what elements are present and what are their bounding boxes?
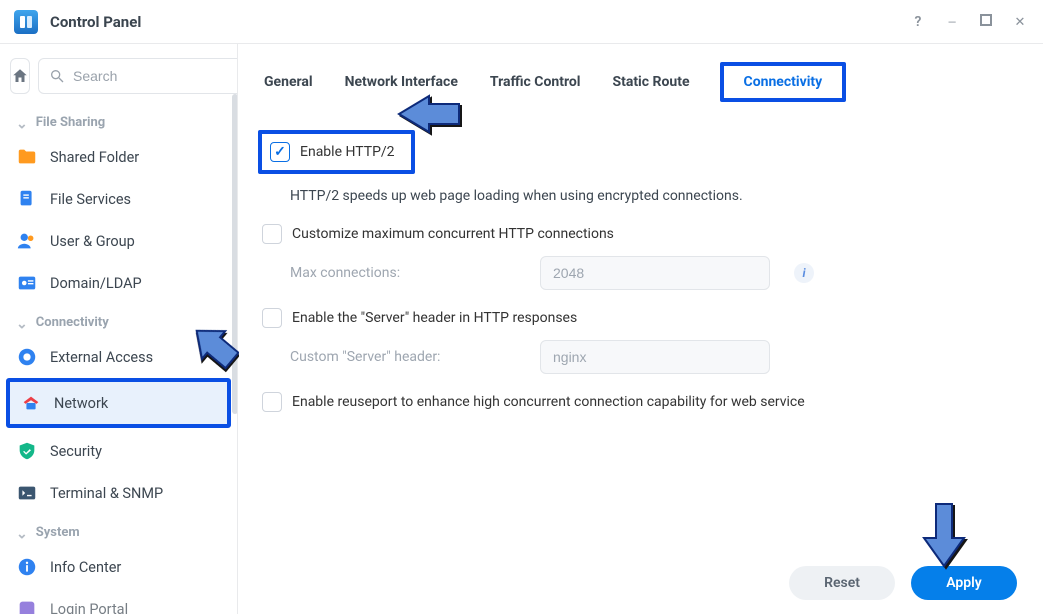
network-icon — [20, 392, 42, 414]
info-icon — [16, 556, 38, 578]
checkbox-customize-max[interactable] — [262, 224, 282, 244]
sidebar-item-info-center[interactable]: Info Center — [6, 546, 231, 588]
sidebar-item-domain-ldap[interactable]: Domain/LDAP — [6, 262, 231, 304]
checkbox-label: Customize maximum concurrent HTTP connec… — [292, 226, 614, 242]
sidebar-item-label: Network — [54, 395, 108, 412]
tab-traffic-control[interactable]: Traffic Control — [488, 70, 583, 94]
chevron-up-icon — [16, 114, 28, 130]
tab-static-route[interactable]: Static Route — [610, 70, 691, 94]
section-system[interactable]: System — [6, 514, 231, 546]
help-icon[interactable] — [909, 14, 927, 30]
sidebar-item-label: File Services — [50, 191, 131, 208]
section-connectivity[interactable]: Connectivity — [6, 304, 231, 336]
sidebar-item-user-group[interactable]: User & Group — [6, 220, 231, 262]
search-icon — [49, 68, 65, 84]
link-icon — [16, 346, 38, 368]
shield-icon — [16, 440, 38, 462]
sidebar-item-network[interactable]: Network — [6, 378, 231, 428]
sidebar-item-label: Security — [50, 443, 102, 460]
sidebar: File Sharing Shared Folder File Services… — [0, 44, 238, 614]
maximize-button[interactable] — [977, 14, 995, 30]
folder-icon — [16, 146, 38, 168]
close-button[interactable] — [1011, 14, 1029, 30]
field-label-custom-server: Custom "Server" header: — [290, 349, 520, 365]
section-label: File Sharing — [36, 115, 105, 130]
tab-network-interface[interactable]: Network Interface — [343, 70, 460, 94]
tab-general[interactable]: General — [262, 70, 315, 94]
sidebar-item-label: Domain/LDAP — [50, 275, 142, 292]
section-file-sharing[interactable]: File Sharing — [6, 104, 231, 136]
files-icon — [16, 188, 38, 210]
row-server-header: Enable the "Server" header in HTTP respo… — [262, 300, 1019, 334]
tabs: General Network Interface Traffic Contro… — [262, 44, 1019, 122]
row-custom-server: Custom "Server" header: — [262, 340, 1019, 374]
input-custom-server[interactable] — [540, 340, 770, 374]
id-icon — [16, 272, 38, 294]
checkbox-reuseport[interactable] — [262, 392, 282, 412]
search-box[interactable] — [38, 58, 238, 94]
button-bar: Reset Apply — [789, 566, 1017, 600]
chevron-up-icon — [16, 314, 28, 330]
users-icon — [16, 230, 38, 252]
http2-description: HTTP/2 speeds up web page loading when u… — [262, 180, 1019, 216]
minimize-button[interactable] — [943, 14, 961, 30]
field-label-max-connections: Max connections: — [290, 265, 520, 281]
search-input[interactable] — [73, 68, 238, 84]
sidebar-item-terminal-snmp[interactable]: Terminal & SNMP — [6, 472, 231, 514]
sidebar-item-external-access[interactable]: External Access — [6, 336, 231, 378]
window-title: Control Panel — [50, 13, 909, 31]
sidebar-item-label: External Access — [50, 349, 153, 366]
window-controls — [909, 14, 1029, 30]
titlebar: Control Panel — [0, 0, 1043, 44]
sidebar-item-label: Terminal & SNMP — [50, 485, 163, 502]
checkbox-label: Enable the "Server" header in HTTP respo… — [292, 310, 577, 326]
checkbox-label: Enable HTTP/2 — [300, 144, 395, 160]
input-max-connections[interactable] — [540, 256, 770, 290]
sidebar-item-login-portal[interactable]: Login Portal — [6, 588, 231, 614]
home-button[interactable] — [10, 58, 30, 94]
house-icon — [11, 67, 29, 85]
terminal-icon — [16, 482, 38, 504]
row-reuseport: Enable reuseport to enhance high concurr… — [262, 384, 1019, 418]
section-label: System — [36, 525, 80, 540]
app-icon — [14, 10, 38, 34]
sidebar-item-label: Login Portal — [50, 601, 128, 614]
checkbox-server-header[interactable] — [262, 308, 282, 328]
checkbox-enable-http2[interactable] — [270, 142, 290, 162]
content-pane: General Network Interface Traffic Contro… — [238, 44, 1043, 614]
row-enable-http2: Enable HTTP/2 — [262, 122, 1019, 180]
row-customize-max: Customize maximum concurrent HTTP connec… — [262, 216, 1019, 250]
sidebar-item-security[interactable]: Security — [6, 430, 231, 472]
apply-button[interactable]: Apply — [911, 566, 1017, 600]
checkbox-label: Enable reuseport to enhance high concurr… — [292, 394, 805, 410]
info-icon[interactable]: i — [794, 263, 814, 283]
row-max-connections: Max connections: i — [262, 256, 1019, 290]
reset-button[interactable]: Reset — [789, 566, 895, 600]
section-label: Connectivity — [36, 315, 109, 330]
sidebar-item-label: Info Center — [50, 559, 121, 576]
sidebar-item-label: User & Group — [50, 233, 135, 250]
portal-icon — [16, 598, 38, 614]
sidebar-item-shared-folder[interactable]: Shared Folder — [6, 136, 231, 178]
sidebar-item-label: Shared Folder — [50, 149, 139, 166]
chevron-up-icon — [16, 524, 28, 540]
tab-connectivity[interactable]: Connectivity — [720, 62, 847, 102]
sidebar-item-file-services[interactable]: File Services — [6, 178, 231, 220]
